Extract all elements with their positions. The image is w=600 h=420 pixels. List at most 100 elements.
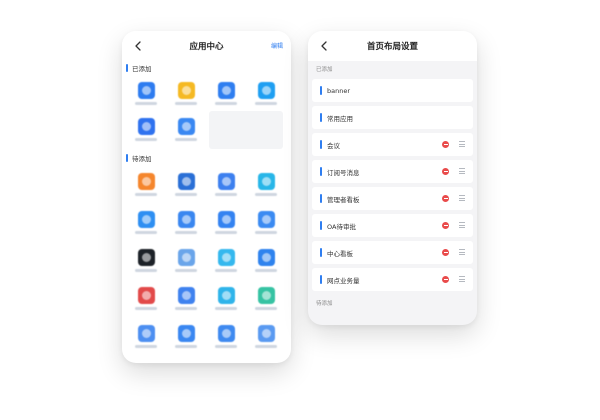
cloud-app-icon	[217, 248, 235, 266]
drag-handle-icon[interactable]	[459, 195, 465, 201]
edit-button[interactable]: 编辑	[271, 41, 283, 50]
mail-app-icon	[217, 324, 235, 342]
app-tile[interactable]	[246, 165, 286, 203]
app-center-nav-bar: 应用中心 编辑	[122, 31, 291, 61]
pending-section-label: 待添加	[132, 155, 152, 163]
app-label-placeholder	[255, 268, 277, 272]
app-tile[interactable]	[246, 241, 286, 279]
app-tile[interactable]	[206, 203, 246, 241]
app-label-placeholder	[215, 306, 237, 310]
layout-nav-bar: 首页布局设置	[308, 31, 477, 61]
app-tile[interactable]	[166, 279, 206, 317]
page-title: 应用中心	[189, 42, 224, 52]
item-accent-bar	[320, 167, 322, 176]
added-apps-grid	[122, 75, 291, 149]
gear-app-icon	[177, 286, 195, 304]
green-app-icon	[257, 286, 275, 304]
added-section-label: 已添加	[132, 65, 152, 73]
app-tile[interactable]	[126, 241, 166, 279]
home-layout-settings-screen: 首页布局设置 已添加 banner 常用应用会议订阅号消息管理者看板 OA待审批中心…	[308, 31, 477, 325]
item-accent-bar	[320, 113, 322, 122]
app-label-placeholder	[255, 230, 277, 234]
layout-item[interactable]: 网点业务量	[312, 268, 473, 291]
layout-item-label: 会议	[327, 141, 340, 150]
app-tile[interactable]	[166, 75, 206, 111]
app-tile[interactable]	[126, 279, 166, 317]
app-center-screen: 应用中心 编辑 已添加 待添加	[122, 31, 291, 363]
app-tile[interactable]	[246, 317, 286, 355]
pending-apps-grid	[122, 165, 291, 355]
back-chevron-icon[interactable]	[318, 40, 330, 52]
app-tile[interactable]	[166, 317, 206, 355]
app-tile[interactable]	[246, 279, 286, 317]
remove-icon[interactable]	[442, 222, 449, 229]
added-section-header: 已添加	[122, 61, 291, 75]
remove-icon[interactable]	[442, 195, 449, 202]
app-tile[interactable]	[206, 317, 246, 355]
layout-item[interactable]: 管理者看板	[312, 187, 473, 210]
drag-handle-icon[interactable]	[459, 276, 465, 282]
app-tile[interactable]	[206, 75, 246, 111]
back-chevron-icon[interactable]	[132, 40, 144, 52]
grid-app-icon	[177, 210, 195, 228]
app-tile[interactable]	[166, 203, 206, 241]
app-label-placeholder	[255, 101, 277, 105]
app-label-placeholder	[175, 101, 197, 105]
orange-app-icon	[137, 172, 155, 190]
drag-handle-icon[interactable]	[459, 141, 465, 147]
layout-item[interactable]: 会议	[312, 133, 473, 156]
layout-item[interactable]: 常用应用	[312, 106, 473, 129]
pending-section-header: 待添加	[122, 151, 291, 165]
dark-app-icon	[137, 248, 155, 266]
store-app-icon	[217, 81, 235, 99]
layout-item[interactable]: OA待审批	[312, 214, 473, 237]
sphere-app-icon	[177, 248, 195, 266]
item-accent-bar	[320, 275, 322, 284]
app-label-placeholder	[255, 192, 277, 196]
layout-item-label: OA待审批	[327, 222, 356, 231]
remove-icon[interactable]	[442, 141, 449, 148]
app-tile[interactable]	[246, 203, 286, 241]
app-tile[interactable]	[166, 165, 206, 203]
layout-item[interactable]: banner	[312, 79, 473, 102]
app-label-placeholder	[215, 192, 237, 196]
calendar-app-icon	[177, 324, 195, 342]
added-section-label: 已添加	[316, 67, 333, 73]
app-tile[interactable]	[126, 165, 166, 203]
app-tile[interactable]	[126, 203, 166, 241]
app-tile[interactable]	[126, 75, 166, 111]
app-label-placeholder	[135, 344, 157, 348]
bubble-app-icon	[217, 286, 235, 304]
remove-icon[interactable]	[442, 168, 449, 175]
app-label-placeholder	[215, 101, 237, 105]
app-tile[interactable]	[206, 165, 246, 203]
drag-handle-icon[interactable]	[459, 249, 465, 255]
remove-icon[interactable]	[442, 276, 449, 283]
item-accent-bar	[320, 140, 322, 149]
layout-item-list: banner 常用应用会议订阅号消息管理者看板 OA待审批中心看板网点业务量	[308, 79, 477, 291]
app-tile[interactable]	[206, 279, 246, 317]
remove-icon[interactable]	[442, 249, 449, 256]
compass-app-icon	[137, 81, 155, 99]
layout-item[interactable]: 订阅号消息	[312, 160, 473, 183]
empty-app-slot	[209, 111, 283, 149]
app-tile[interactable]	[126, 317, 166, 355]
scan-app-icon	[257, 210, 275, 228]
app-tile[interactable]	[166, 111, 206, 147]
chart-app-icon	[257, 324, 275, 342]
item-accent-bar	[320, 248, 322, 257]
folder-app-icon	[177, 81, 195, 99]
app-tile[interactable]	[246, 75, 286, 111]
app-tile[interactable]	[206, 241, 246, 279]
drag-handle-icon[interactable]	[459, 168, 465, 174]
drag-handle-icon[interactable]	[459, 222, 465, 228]
app-tile[interactable]	[126, 111, 166, 147]
layout-item[interactable]: 中心看板	[312, 241, 473, 264]
layout-item-label: 中心看板	[327, 249, 353, 258]
app-label-placeholder	[135, 306, 157, 310]
app-tile[interactable]	[166, 241, 206, 279]
app-label-placeholder	[135, 268, 157, 272]
cyan-app-icon	[257, 172, 275, 190]
app-label-placeholder	[135, 230, 157, 234]
app-label-placeholder	[175, 344, 197, 348]
